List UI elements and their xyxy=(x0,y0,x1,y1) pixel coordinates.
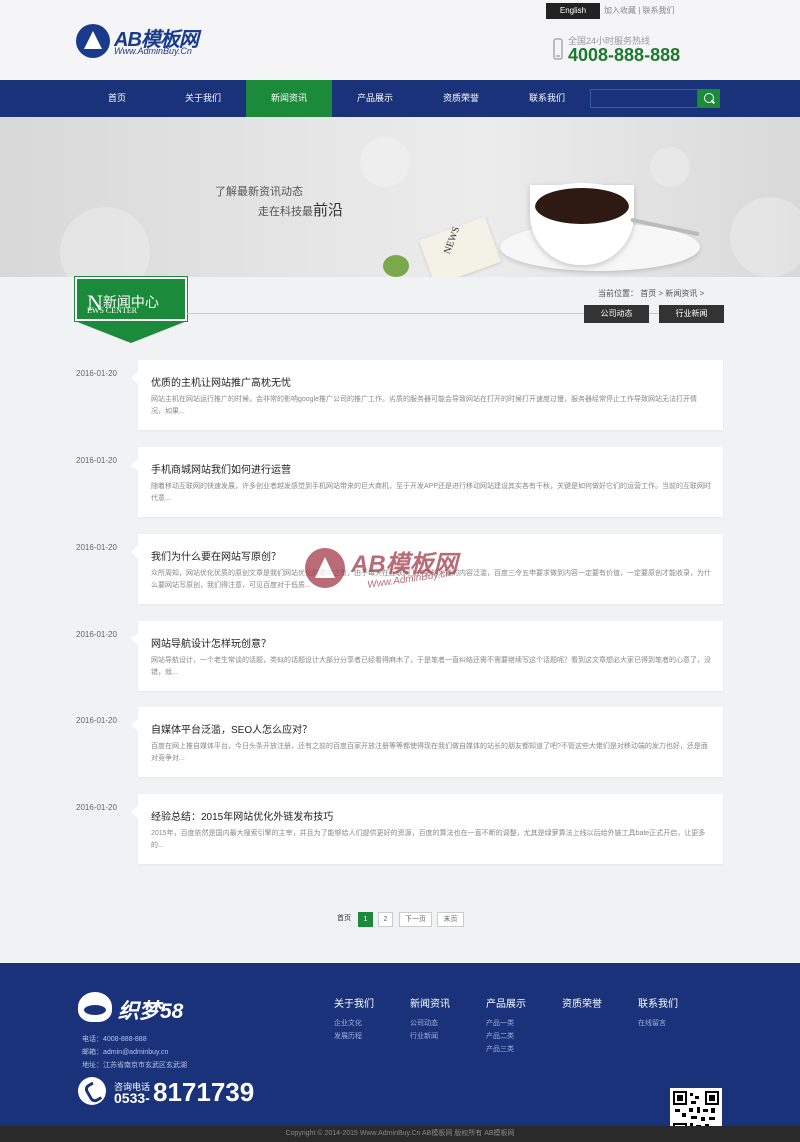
footer-link[interactable]: 公司动态 xyxy=(410,1018,438,1028)
top-links[interactable]: 加入收藏 | 联系我们 xyxy=(604,3,675,19)
pagination-label: 首页 xyxy=(337,915,351,922)
footer-col-honors-title[interactable]: 资质荣誉 xyxy=(562,995,602,1010)
breadcrumb[interactable]: 当前位置： 首页 > 新闻资讯 > xyxy=(598,288,704,299)
footer-col-products-title[interactable]: 产品展示 xyxy=(486,995,526,1010)
footer-phone-icon xyxy=(78,1077,106,1105)
badge-tip xyxy=(75,321,187,343)
news-title[interactable]: 经验总结：2015年网站优化外链发布技巧 xyxy=(151,808,333,823)
plant-image xyxy=(383,255,409,277)
phone-icon xyxy=(553,38,563,60)
news-summary: 2015年，百度依然是国内最大搜索引擎的主宰，并且为了能够给人们提供更好的资源，… xyxy=(151,830,706,849)
badge-subtitle: EWS CENTER xyxy=(87,306,137,315)
footer-col-about-title[interactable]: 关于我们 xyxy=(334,995,374,1010)
news-summary: 随着移动互联网的快速发展，许多创业者越发感觉到手机网站带来的巨大商机，至于开发A… xyxy=(151,483,712,502)
news-title[interactable]: 我们为什么要在网站写原创？ xyxy=(151,548,281,563)
footer-logo[interactable]: 织梦58 xyxy=(78,992,198,1024)
logo-subtext: Www.AdminBuy.Cn xyxy=(114,46,192,56)
footer-link[interactable]: 在线留言 xyxy=(638,1018,666,1028)
news-title[interactable]: 网站导航设计怎样玩创意？ xyxy=(151,635,271,650)
banner: 了解最新资讯动态 走在科技最前沿 NEWS xyxy=(0,117,800,277)
hotline-number: 4008-888-888 xyxy=(568,45,681,65)
footer-link[interactable]: 行业新闻 xyxy=(410,1031,438,1041)
news-item[interactable]: 网站导航设计怎样玩创意？ 网站导航设计，一个老生常谈的话题，类似的话题设计大部分… xyxy=(131,621,723,691)
copyright: Copyright © 2014-2015 Www.AdminBuy.Cn AB… xyxy=(0,1126,800,1142)
last-page-button[interactable]: 末页 xyxy=(437,912,464,927)
logo-mark-icon xyxy=(76,24,110,58)
footer-contact-email: 邮箱：admin@adminbuy.cn xyxy=(82,1049,169,1056)
footer-phone-number: 8171739 xyxy=(153,1077,255,1107)
banner-decoration xyxy=(650,147,690,187)
news-summary: 网站主机在网站运行推广的时候，会非常的影响google推广公司的推广工作。劣质的… xyxy=(151,396,698,415)
banner-line-2-emphasis: 前沿 xyxy=(313,202,344,219)
watermark-logo-icon xyxy=(305,548,345,588)
footer-link[interactable]: 产品三类 xyxy=(486,1044,514,1054)
header: AB模板网 Www.AdminBuy.Cn English 加入收藏 | 联系我… xyxy=(0,0,800,80)
cup-rim xyxy=(530,183,634,229)
page-2-button[interactable]: 2 xyxy=(378,912,393,927)
nav-item-honors[interactable]: 资质荣誉 xyxy=(418,80,504,117)
news-date: 2016-01-20 xyxy=(76,716,117,725)
next-page-button[interactable]: 下一页 xyxy=(399,912,432,927)
nav-item-news[interactable]: 新闻资讯 xyxy=(246,80,332,117)
search-button[interactable] xyxy=(698,89,720,108)
footer-col-contact-title[interactable]: 联系我们 xyxy=(638,995,678,1010)
newspaper-image xyxy=(418,216,502,277)
banner-decoration xyxy=(60,207,150,277)
footer-contact-phone: 电话：4008-888-888 xyxy=(82,1036,147,1043)
news-item[interactable]: 优质的主机让网站推广高枕无忧 网站主机在网站运行推广的时候，会非常的影响goog… xyxy=(131,360,723,430)
news-title[interactable]: 优质的主机让网站推广高枕无忧 xyxy=(151,374,291,389)
category-button-industry-news[interactable]: 行业新闻 xyxy=(659,305,724,323)
nav-item-home[interactable]: 首页 xyxy=(74,80,160,117)
watermark: AB模板网 Www.AdminBuy.cn xyxy=(305,540,505,600)
nav-item-about[interactable]: 关于我们 xyxy=(160,80,246,117)
banner-decoration xyxy=(730,197,800,277)
footer-phone-area: 0533- xyxy=(114,1090,150,1106)
category-button-company-news[interactable]: 公司动态 xyxy=(584,305,649,323)
news-item[interactable]: 手机商城网站我们如何进行运营 随着移动互联网的快速发展，许多创业者越发感觉到手机… xyxy=(131,447,723,517)
footer-link[interactable]: 企业文化 xyxy=(334,1018,362,1028)
news-item[interactable]: 自媒体平台泛滥，SEO人怎么应对？ 百度在网上推自媒体平台，今日头条开放注册，还… xyxy=(131,707,723,777)
footer-col-news-title[interactable]: 新闻资讯 xyxy=(410,995,450,1010)
search-input[interactable] xyxy=(590,89,698,108)
footer-link[interactable]: 产品一类 xyxy=(486,1018,514,1028)
banner-decoration xyxy=(360,137,410,187)
footer-link[interactable]: 发展历程 xyxy=(334,1031,362,1041)
news-title[interactable]: 手机商城网站我们如何进行运营 xyxy=(151,461,291,476)
english-button[interactable]: English xyxy=(546,3,600,19)
news-date: 2016-01-20 xyxy=(76,369,117,378)
news-title[interactable]: 自媒体平台泛滥，SEO人怎么应对？ xyxy=(151,721,312,736)
footer-logo-mark-icon xyxy=(78,992,112,1022)
news-summary: 百度在网上推自媒体平台，今日头条开放注册，还有之前的百度百家开放注册等等都使得现… xyxy=(151,743,708,762)
news-center-badge: N新闻中心 EWS CENTER xyxy=(75,277,187,345)
footer-contact-address: 地址：江苏省南京市玄武区玄武湖 xyxy=(82,1062,187,1069)
news-summary: 网站导航设计，一个老生常谈的话题，类似的话题设计大部分分享者已经看得麻木了，于是… xyxy=(151,657,711,676)
news-date: 2016-01-20 xyxy=(76,543,117,552)
banner-line-2-prefix: 走在科技最 xyxy=(258,206,313,218)
news-date: 2016-01-20 xyxy=(76,803,117,812)
site-logo[interactable]: AB模板网 Www.AdminBuy.Cn xyxy=(76,22,226,62)
banner-line-2: 走在科技最前沿 xyxy=(258,199,343,220)
news-date: 2016-01-20 xyxy=(76,456,117,465)
news-date: 2016-01-20 xyxy=(76,630,117,639)
banner-line-1: 了解最新资讯动态 xyxy=(215,186,303,198)
footer-logo-text: 织梦58 xyxy=(118,1000,184,1023)
news-item[interactable]: 经验总结：2015年网站优化外链发布技巧 2015年，百度依然是国内最大搜索引擎… xyxy=(131,794,723,864)
footer-link[interactable]: 产品二类 xyxy=(486,1031,514,1041)
page-1-button[interactable]: 1 xyxy=(358,912,373,927)
nav-item-products[interactable]: 产品展示 xyxy=(332,80,418,117)
nav-item-contact[interactable]: 联系我们 xyxy=(504,80,590,117)
